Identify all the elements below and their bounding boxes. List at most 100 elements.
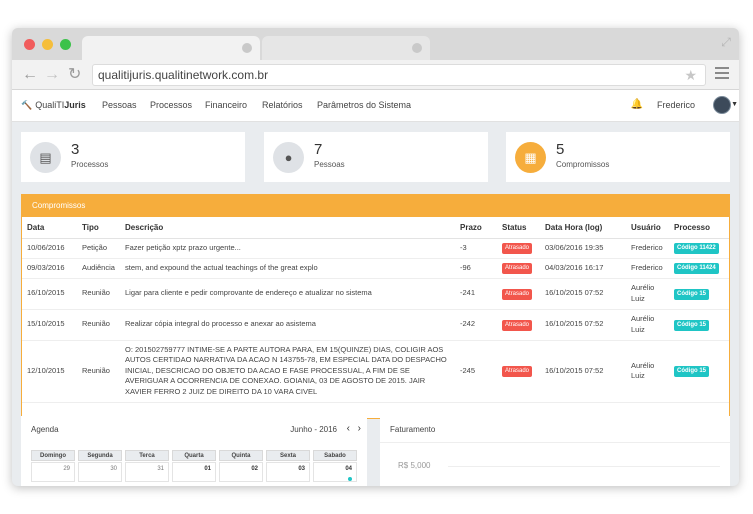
cell-status: Atrasado bbox=[497, 278, 540, 310]
table-row[interactable]: 10/06/2016 Petição Fazer petição xptz pr… bbox=[22, 238, 729, 259]
cell-descricao: Fazer petição xptz prazo urgente... bbox=[120, 238, 455, 259]
table-row[interactable]: 09/03/2016 Audiência stem, and expound t… bbox=[22, 258, 729, 279]
col-data[interactable]: Data bbox=[22, 217, 77, 239]
agenda-month: Junho - 2016 bbox=[290, 425, 337, 434]
cell-processo: Código 11424 bbox=[669, 258, 729, 279]
browser-tab-active[interactable] bbox=[82, 36, 260, 60]
col-descricao[interactable]: Descrição bbox=[120, 217, 455, 239]
cell-data: 15/10/2015 bbox=[22, 309, 77, 341]
calendar-day[interactable]: 02 bbox=[219, 462, 263, 482]
cell-prazo: -241 bbox=[455, 278, 497, 310]
browser-tab[interactable] bbox=[262, 36, 430, 60]
url-text: qualitijuris.qualitinetwork.com.br bbox=[98, 68, 269, 82]
status-badge: Atrasado bbox=[502, 319, 533, 331]
tab-close-icon[interactable] bbox=[242, 43, 252, 53]
close-window-button[interactable] bbox=[24, 39, 35, 50]
weekday-header: Domingo bbox=[31, 450, 75, 461]
processo-badge[interactable]: Código 15 bbox=[674, 319, 710, 331]
col-status[interactable]: Status bbox=[497, 217, 540, 239]
cell-data: 10/06/2016 bbox=[22, 238, 77, 259]
calendar-day[interactable]: 01 bbox=[172, 462, 216, 482]
calendar-day[interactable]: 31 bbox=[125, 462, 169, 482]
col-tipo[interactable]: Tipo bbox=[77, 217, 120, 239]
processo-badge[interactable]: Código 11424 bbox=[674, 263, 719, 274]
address-bar-row: ← → ↻ qualitijuris.qualitinetwork.com.br… bbox=[12, 60, 739, 90]
card-label: Processos bbox=[71, 160, 109, 169]
col-usuario[interactable]: Usuário bbox=[626, 217, 669, 239]
cell-data: 09/03/2016 bbox=[22, 258, 77, 279]
table-row[interactable]: 12/10/2015 Reunião O: 201502759777 INTIM… bbox=[22, 340, 729, 403]
nav-item-financeiro[interactable]: Financeiro bbox=[205, 100, 247, 110]
brand-logo[interactable]: 🔨 QualiTIJuris bbox=[21, 100, 86, 111]
fullscreen-icon[interactable]: ⤢ bbox=[719, 35, 733, 49]
cell-processo: Código 15 bbox=[669, 340, 729, 403]
browser-window: ⤢ ← → ↻ qualitijuris.qualitinetwork.com.… bbox=[12, 28, 739, 486]
processo-badge[interactable]: Código 15 bbox=[674, 366, 710, 377]
table-row[interactable]: 15/10/2015 Reunião Realizar cópia integr… bbox=[22, 309, 729, 341]
minimize-window-button[interactable] bbox=[42, 39, 53, 50]
avatar[interactable] bbox=[713, 96, 731, 114]
agenda-title: Agenda bbox=[31, 425, 59, 434]
card-compromissos[interactable]: ▦ 5 Compromissos bbox=[506, 132, 730, 182]
tab-close-icon[interactable] bbox=[412, 43, 422, 53]
card-value: 3 bbox=[71, 141, 80, 158]
chevron-right-icon[interactable]: › bbox=[358, 423, 361, 434]
user-name[interactable]: Frederico bbox=[657, 100, 695, 110]
calendar-day[interactable]: 04 bbox=[313, 462, 357, 482]
brand-prefix: QualiTI bbox=[35, 100, 65, 110]
cell-prazo: -242 bbox=[455, 309, 497, 341]
nav-item-relatorios[interactable]: Relatórios bbox=[262, 100, 303, 110]
status-badge: Atrasado bbox=[502, 243, 533, 254]
browser-menu-icon[interactable] bbox=[715, 67, 729, 82]
cell-tipo: Reunião bbox=[77, 278, 120, 310]
col-prazo[interactable]: Prazo bbox=[455, 217, 497, 239]
cell-data: 16/10/2015 bbox=[22, 278, 77, 310]
cell-tipo: Reunião bbox=[77, 309, 120, 341]
processo-badge[interactable]: Código 11422 bbox=[674, 243, 719, 254]
calendar-day[interactable]: 30 bbox=[78, 462, 122, 482]
status-badge: Atrasado bbox=[502, 263, 533, 274]
url-input[interactable]: qualitijuris.qualitinetwork.com.br ★ bbox=[92, 64, 706, 86]
card-processos[interactable]: ▤ 3 Processos bbox=[21, 132, 245, 182]
event-dot bbox=[348, 477, 352, 481]
user-icon: ● bbox=[273, 142, 304, 173]
chevron-left-icon[interactable]: ‹ bbox=[347, 423, 350, 434]
card-label: Compromissos bbox=[556, 160, 610, 169]
cell-prazo: -245 bbox=[455, 340, 497, 403]
cell-usuario: Aurélio Luiz bbox=[626, 340, 669, 403]
cell-data: 12/10/2015 bbox=[22, 340, 77, 403]
cell-status: Atrasado bbox=[497, 309, 540, 341]
forward-arrow-icon[interactable]: → bbox=[44, 66, 60, 84]
nav-item-parametros[interactable]: Parâmetros do Sistema bbox=[317, 100, 411, 110]
faturamento-title: Faturamento bbox=[390, 425, 436, 434]
col-processo[interactable]: Processo bbox=[669, 217, 729, 239]
cell-tipo: Petição bbox=[77, 238, 120, 259]
cell-usuario: Aurélio Luiz bbox=[626, 278, 669, 310]
calendar-day[interactable]: 03 bbox=[266, 462, 310, 482]
nav-item-processos[interactable]: Processos bbox=[150, 100, 192, 110]
maximize-window-button[interactable] bbox=[60, 39, 71, 50]
weekday-header: Segunda bbox=[78, 450, 122, 461]
calendar-day[interactable]: 29 bbox=[31, 462, 75, 482]
folder-icon: ▤ bbox=[30, 142, 61, 173]
table-row[interactable]: 16/10/2015 Reunião Ligar para cliente e … bbox=[22, 278, 729, 310]
weekday-header: Sabado bbox=[313, 450, 357, 461]
status-badge: Atrasado bbox=[502, 366, 533, 377]
bookmark-star-icon[interactable]: ★ bbox=[684, 65, 697, 85]
card-value: 7 bbox=[314, 141, 323, 158]
brand-suffix: Juris bbox=[64, 100, 86, 110]
back-arrow-icon[interactable]: ← bbox=[22, 66, 38, 84]
cell-tipo: Audiência bbox=[77, 258, 120, 279]
nav-item-pessoas[interactable]: Pessoas bbox=[102, 100, 137, 110]
card-pessoas[interactable]: ● 7 Pessoas bbox=[264, 132, 488, 182]
col-datahora[interactable]: Data Hora (log) bbox=[540, 217, 626, 239]
bell-icon[interactable]: 🔔 bbox=[631, 99, 643, 110]
processo-badge[interactable]: Código 15 bbox=[674, 288, 710, 300]
panel-title: Compromissos bbox=[22, 195, 729, 217]
cell-usuario: Frederico bbox=[626, 258, 669, 279]
cell-processo: Código 15 bbox=[669, 278, 729, 310]
card-label: Pessoas bbox=[314, 160, 345, 169]
reload-icon[interactable]: ↻ bbox=[68, 66, 81, 84]
y-axis-tick: R$ 5,000 bbox=[398, 461, 431, 470]
chevron-down-icon[interactable]: ▼ bbox=[731, 101, 738, 108]
